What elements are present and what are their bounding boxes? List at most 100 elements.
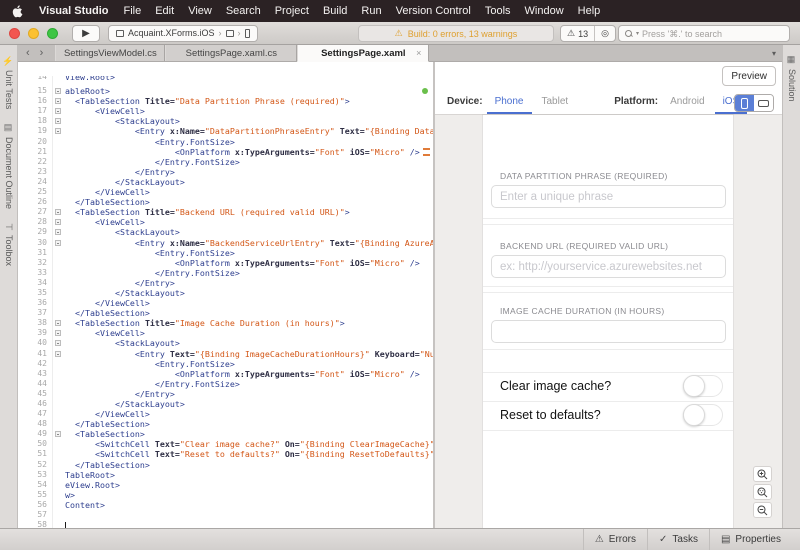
- code-line[interactable]: 27 <TableSection Title="Backend URL (req…: [18, 207, 433, 217]
- device-option-tablet[interactable]: Tablet: [542, 89, 569, 114]
- zoom-window-button[interactable]: [47, 28, 58, 39]
- minimize-window-button[interactable]: [28, 28, 39, 39]
- menu-tools[interactable]: Tools: [478, 5, 518, 17]
- tab-settingspage-xaml-cs[interactable]: SettingsPage.xaml.cs: [165, 45, 297, 61]
- status-bar-properties[interactable]: ▤Properties: [709, 529, 792, 550]
- fold-toggle-icon[interactable]: [55, 431, 61, 437]
- code-line[interactable]: 32 <OnPlatform x:TypeArguments="Font" iO…: [18, 258, 433, 268]
- code-line[interactable]: 47 </ViewCell>: [18, 409, 433, 419]
- fold-toggle-icon[interactable]: [55, 229, 61, 235]
- code-line[interactable]: 49 <TableSection>: [18, 429, 433, 439]
- app-menu-visual-studio[interactable]: Visual Studio: [39, 5, 108, 17]
- tab-overflow-icon[interactable]: ▾: [772, 45, 782, 61]
- zoom-actual-size-button[interactable]: [753, 484, 772, 500]
- code-line[interactable]: 44 </Entry.FontSize>: [18, 379, 433, 389]
- code-line[interactable]: 18 <StackLayout>: [18, 116, 433, 126]
- zoom-in-button[interactable]: [753, 466, 772, 482]
- menu-window[interactable]: Window: [518, 5, 571, 17]
- code-line[interactable]: 48 </TableSection>: [18, 419, 433, 429]
- form-field-input-data-partition[interactable]: [491, 185, 726, 208]
- status-circle-button[interactable]: ◎: [594, 26, 615, 41]
- code-line[interactable]: 50 <SwitchCell Text="Clear image cache?"…: [18, 439, 433, 449]
- code-line[interactable]: 17 <ViewCell>: [18, 106, 433, 116]
- fold-toggle-icon[interactable]: [55, 240, 61, 246]
- platform-option-android[interactable]: Android: [670, 89, 704, 114]
- fold-toggle-icon[interactable]: [55, 98, 61, 104]
- project-selector[interactable]: Acquaint.XForms.iOS › ›: [108, 25, 258, 42]
- rail-item-unit-tests[interactable]: ⚡Unit Tests: [0, 55, 18, 109]
- code-line[interactable]: 25 </ViewCell>: [18, 187, 433, 197]
- code-line[interactable]: 51 <SwitchCell Text="Reset to defaults?"…: [18, 449, 433, 459]
- form-field-input-backend-url[interactable]: [491, 255, 726, 278]
- rail-item-solution[interactable]: ▦Solution: [783, 55, 800, 102]
- search-input[interactable]: [642, 29, 772, 39]
- code-line[interactable]: 19 <Entry x:Name="DataPartitionPhraseEnt…: [18, 126, 433, 136]
- device-option-phone[interactable]: Phone: [495, 89, 524, 114]
- fold-toggle-icon[interactable]: [55, 209, 61, 215]
- apple-menu-icon[interactable]: [12, 5, 23, 18]
- close-tab-icon[interactable]: ×: [416, 48, 421, 58]
- code-line[interactable]: 36 </ViewCell>: [18, 298, 433, 308]
- menu-help[interactable]: Help: [571, 5, 608, 17]
- code-line[interactable]: 55w>: [18, 490, 433, 500]
- menu-file[interactable]: File: [116, 5, 148, 17]
- fold-toggle-icon[interactable]: [55, 88, 61, 94]
- navigate-back-icon[interactable]: ‹: [26, 47, 30, 59]
- code-line[interactable]: 34 </Entry>: [18, 278, 433, 288]
- code-line[interactable]: 28 <ViewCell>: [18, 217, 433, 227]
- code-line[interactable]: 37 </TableSection>: [18, 308, 433, 318]
- form-field-input-image-cache[interactable]: [491, 320, 726, 343]
- warning-scroll-marker[interactable]: [423, 154, 430, 156]
- code-line[interactable]: 16 <TableSection Title="Data Partition P…: [18, 96, 433, 106]
- warning-count-button[interactable]: ⚠ 13: [561, 26, 594, 41]
- code-line[interactable]: 56Content>: [18, 500, 433, 510]
- code-line[interactable]: 42 <Entry.FontSize>: [18, 359, 433, 369]
- code-line[interactable]: 52 </TableSection>: [18, 460, 433, 470]
- code-line[interactable]: 14View.Root>: [18, 76, 433, 86]
- code-line[interactable]: 40 <StackLayout>: [18, 338, 433, 348]
- code-line[interactable]: 24 </StackLayout>: [18, 177, 433, 187]
- fold-toggle-icon[interactable]: [55, 351, 61, 357]
- fold-toggle-icon[interactable]: [55, 108, 61, 114]
- code-line[interactable]: 29 <StackLayout>: [18, 227, 433, 237]
- code-line[interactable]: 23 </Entry>: [18, 167, 433, 177]
- close-window-button[interactable]: [9, 28, 20, 39]
- menu-build[interactable]: Build: [316, 5, 354, 17]
- menu-project[interactable]: Project: [268, 5, 316, 17]
- code-line[interactable]: 26 </TableSection>: [18, 197, 433, 207]
- code-line[interactable]: 20 <Entry.FontSize>: [18, 137, 433, 147]
- fold-toggle-icon[interactable]: [55, 320, 61, 326]
- menu-search[interactable]: Search: [219, 5, 268, 17]
- code-line[interactable]: 31 <Entry.FontSize>: [18, 248, 433, 258]
- warning-scroll-marker[interactable]: [423, 148, 430, 150]
- landscape-orientation-button[interactable]: [754, 95, 773, 111]
- code-line[interactable]: 58: [18, 520, 433, 528]
- navigate-forward-icon[interactable]: ›: [40, 47, 44, 59]
- tab-settingsviewmodel-cs[interactable]: SettingsViewModel.cs: [55, 45, 165, 61]
- fold-toggle-icon[interactable]: [55, 330, 61, 336]
- toggle-switch-reset-to-defaults[interactable]: [683, 404, 723, 426]
- code-line[interactable]: 33 </Entry.FontSize>: [18, 268, 433, 278]
- code-line[interactable]: 54eView.Root>: [18, 480, 433, 490]
- code-line[interactable]: 57: [18, 510, 433, 520]
- code-line[interactable]: 45 </Entry>: [18, 389, 433, 399]
- code-line[interactable]: 41 <Entry Text="{Binding ImageCacheDurat…: [18, 349, 433, 359]
- menu-version-control[interactable]: Version Control: [389, 5, 478, 17]
- code-line[interactable]: 43 <OnPlatform x:TypeArguments="Font" iO…: [18, 369, 433, 379]
- tab-settingspage-xaml[interactable]: SettingsPage.xaml×: [297, 45, 429, 62]
- portrait-orientation-button[interactable]: [735, 95, 754, 111]
- status-bar-tasks[interactable]: ✓Tasks: [647, 529, 709, 550]
- status-bar-errors[interactable]: ⚠Errors: [583, 529, 647, 550]
- rail-item-document-outline[interactable]: ▤Document Outline: [0, 123, 18, 209]
- rail-item-toolbox[interactable]: ⊤Toolbox: [0, 223, 18, 266]
- code-line[interactable]: 53TableRoot>: [18, 470, 433, 480]
- search-box[interactable]: ▾: [618, 25, 790, 42]
- preview-button[interactable]: Preview: [722, 66, 776, 86]
- code-editor[interactable]: 14View.Root>15ableRoot>16 <TableSection …: [18, 62, 433, 528]
- code-line[interactable]: 30 <Entry x:Name="BackendServiceUrlEntry…: [18, 238, 433, 248]
- menu-run[interactable]: Run: [354, 5, 388, 17]
- code-line[interactable]: 35 </StackLayout>: [18, 288, 433, 298]
- toggle-switch-clear-image-cache[interactable]: [683, 375, 723, 397]
- code-line[interactable]: 22 </Entry.FontSize>: [18, 157, 433, 167]
- build-status[interactable]: ⚠ Build: 0 errors, 13 warnings: [358, 25, 554, 42]
